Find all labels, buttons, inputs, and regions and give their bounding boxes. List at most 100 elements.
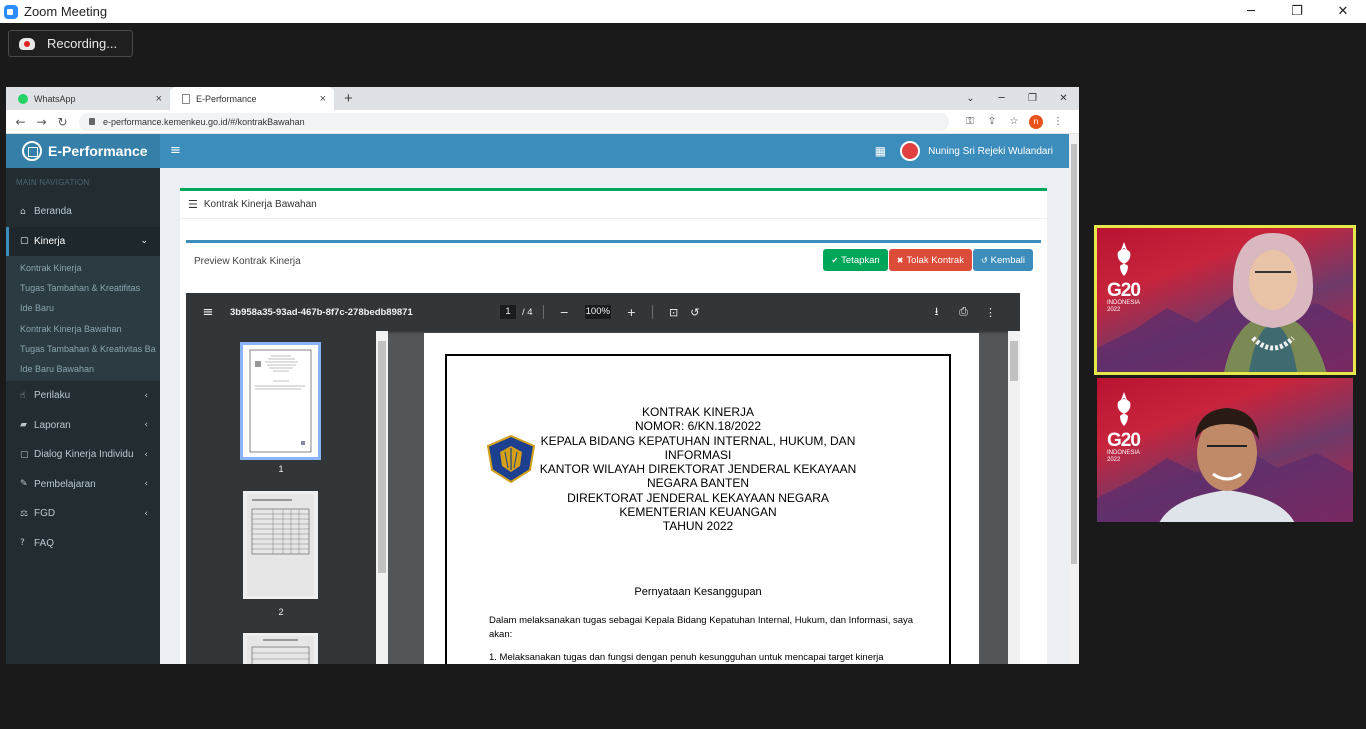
page-scrollbar[interactable] [1069, 134, 1079, 664]
participant-video-2[interactable]: G20 INDONESIA 2022 [1097, 378, 1353, 522]
sidebar-item-label: Laporan [34, 419, 71, 431]
submenu-kontrak-kinerja[interactable]: Kontrak Kinerja [6, 258, 160, 278]
graduation-cap-icon: ✎ [20, 479, 28, 490]
sidebar-item-fgd[interactable]: ⚖ FGD ‹ [6, 499, 160, 529]
browser-window-controls: ⌄ ─ ❐ ✕ [955, 87, 1079, 110]
sidebar-item-label: Beranda [34, 206, 72, 218]
page-icon [182, 93, 190, 104]
page-thumbnail-1[interactable] [240, 342, 321, 460]
new-tab-button[interactable]: + [344, 90, 353, 107]
minimize-icon[interactable]: ─ [986, 93, 1017, 104]
sidebar-item-kinerja[interactable]: ▢ Kinerja ⌄ [6, 226, 160, 256]
close-icon[interactable]: ✕ [1320, 0, 1366, 23]
restore-icon[interactable]: ❐ [1274, 0, 1320, 23]
chevron-left-icon: ‹ [144, 479, 148, 490]
close-icon[interactable]: ✕ [1048, 93, 1079, 104]
file-icon: ▢ [20, 449, 29, 460]
forward-icon[interactable]: → [31, 115, 52, 129]
sidebar-item-perilaku[interactable]: ☝ Perilaku ‹ [6, 381, 160, 411]
e-performance-app: E-Performance ≡ ▦ Nuning Sri Rejeki Wula… [6, 134, 1069, 664]
document-subtitle: Pernyataan Kesanggupan [634, 586, 762, 598]
tab-label: WhatsApp [34, 93, 76, 104]
submenu-tugas-tambahan-bawahan[interactable]: Tugas Tambahan & Kreativitas Ba [6, 339, 160, 359]
browser-address-bar: ← → ↻ e-performance.kemenkeu.go.id/#/kon… [6, 110, 1079, 134]
sidebar-item-label: FAQ [34, 537, 55, 549]
minimize-icon[interactable]: ─ [1228, 0, 1274, 23]
participant-video-1[interactable]: G20 INDONESIA 2022 [1094, 225, 1356, 375]
title-line: KONTRAK KINERJA [641, 405, 755, 419]
tab-close-icon[interactable]: × [320, 93, 326, 105]
tab-whatsapp[interactable]: WhatsApp × [6, 87, 170, 110]
pdf-viewer: ≡ 3b958a35-93ad-467b-8f7c-278bedb89871 1… [186, 293, 1020, 664]
submenu-tugas-tambahan[interactable]: Tugas Tambahan & Kreatifitas [6, 278, 160, 298]
zoom-out-icon[interactable]: − [560, 306, 569, 319]
preview-header: Preview Kontrak Kinerja ✔ Tetapkan ✖ Tol… [186, 243, 1041, 279]
tab-e-performance[interactable]: E-Performance × [170, 87, 334, 110]
sidebar-item-dialog-kinerja[interactable]: ▢ Dialog Kinerja Individu ‹ [6, 440, 160, 470]
page-border: KONTRAK KINERJA NOMOR: 6/KN.18/2022 KEPA… [445, 354, 951, 664]
user-name[interactable]: Nuning Sri Rejeki Wulandari [928, 146, 1053, 157]
brand-logo[interactable]: E-Performance [6, 134, 160, 168]
tab-search-icon[interactable]: ⌄ [955, 93, 986, 104]
pdf-menu-icon[interactable]: ≡ [186, 305, 230, 320]
submenu-ide-baru[interactable]: Ide Baru [6, 298, 160, 318]
grid-menu-icon[interactable]: ▦ [875, 144, 886, 158]
page-thumbnail-2[interactable] [243, 491, 318, 599]
sidebar-item-faq[interactable]: ? FAQ [6, 529, 160, 559]
user-avatar[interactable] [900, 141, 921, 161]
fit-page-icon[interactable]: ⊡ [669, 306, 678, 319]
whatsapp-icon [18, 93, 28, 104]
app-header: E-Performance ≡ ▦ Nuning Sri Rejeki Wula… [6, 134, 1069, 168]
kembali-button[interactable]: ↺ Kembali [972, 249, 1033, 271]
zoom-in-icon[interactable]: + [627, 306, 636, 319]
zoom-window-title: Zoom Meeting [24, 4, 108, 19]
maximize-icon[interactable]: ❐ [1017, 93, 1048, 104]
g20-wordmark: G20 [1107, 280, 1141, 301]
submenu-kontrak-kinerja-bawahan[interactable]: Kontrak Kinerja Bawahan [6, 319, 160, 339]
g20-emblem-icon [1117, 392, 1131, 426]
browser-menu-icon[interactable]: ⋮ [1047, 116, 1069, 127]
rotate-icon[interactable]: ↺ [690, 306, 699, 319]
list-icon: ☰ [188, 198, 198, 211]
key-icon[interactable]: ⚿ [959, 116, 981, 127]
more-options-icon[interactable]: ⋮ [977, 306, 1004, 319]
zoom-title-bar: Zoom Meeting ─ ❐ ✕ [0, 0, 1366, 23]
main-content: ☰ Kontrak Kinerja Bawahan Preview Kontra… [160, 168, 1069, 664]
action-buttons: ✔ Tetapkan ✖ Tolak Kontrak ↺ Kembali [822, 249, 1033, 271]
tetapkan-button[interactable]: ✔ Tetapkan [823, 249, 888, 271]
back-icon[interactable]: ← [10, 115, 31, 129]
thumbnail-scrollbar[interactable] [376, 331, 388, 664]
zoom-level-input[interactable]: 100% [584, 305, 611, 319]
home-icon: ⌂ [20, 206, 26, 217]
sidebar-item-pembelajaran[interactable]: ✎ Pembelajaran ‹ [6, 470, 160, 500]
chevron-left-icon: ‹ [144, 420, 148, 431]
url-text: e-performance.kemenkeu.go.id/#/kontrakBa… [103, 116, 305, 127]
reload-icon[interactable]: ↻ [52, 115, 73, 129]
share-icon[interactable]: ⇪ [981, 116, 1003, 127]
tab-close-icon[interactable]: × [156, 93, 162, 105]
browser-toolbar-icons: ⚿ ⇪ ☆ n ⋮ [959, 114, 1069, 129]
pdf-scrollbar[interactable] [1008, 331, 1020, 664]
star-icon[interactable]: ☆ [1003, 116, 1025, 127]
g20-logo: G20 INDONESIA 2022 [1107, 242, 1157, 314]
page-thumbnail-3[interactable] [243, 633, 318, 664]
sidebar-item-beranda[interactable]: ⌂ Beranda [6, 197, 160, 227]
submenu-ide-baru-bawahan[interactable]: Ide Baru Bawahan [6, 359, 160, 379]
header-user-area: ▦ Nuning Sri Rejeki Wulandari [875, 134, 1053, 168]
g20-emblem-icon [1117, 242, 1131, 276]
thumbnail-preview [247, 494, 314, 596]
undo-icon: ↺ [980, 255, 988, 265]
page-number-input[interactable]: 1 [500, 305, 516, 319]
tolak-kontrak-button[interactable]: ✖ Tolak Kontrak [888, 249, 972, 271]
toolbar-divider [652, 305, 653, 319]
download-icon[interactable]: ⭳ [923, 303, 950, 322]
recording-indicator[interactable]: Recording... [8, 30, 133, 57]
toolbar-divider [542, 305, 544, 319]
profile-avatar[interactable]: n [1029, 114, 1043, 129]
sidebar-item-laporan[interactable]: ▰ Laporan ‹ [6, 411, 160, 441]
sidebar-toggle-icon[interactable]: ≡ [170, 143, 181, 158]
pdf-toolbar: ≡ 3b958a35-93ad-467b-8f7c-278bedb89871 1… [186, 293, 1020, 331]
preview-title: Preview Kontrak Kinerja [194, 255, 301, 267]
print-icon[interactable]: ⎙ [950, 305, 977, 319]
url-field[interactable]: e-performance.kemenkeu.go.id/#/kontrakBa… [79, 112, 949, 131]
